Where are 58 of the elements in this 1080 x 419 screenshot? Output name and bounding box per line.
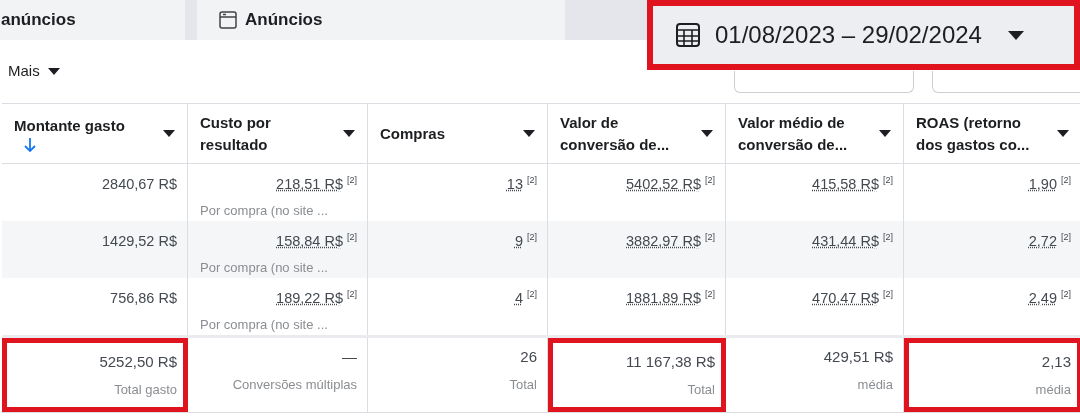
footnote-mark: [2] xyxy=(347,174,357,187)
total-label: Total xyxy=(687,380,715,399)
footnote-mark: [2] xyxy=(527,174,537,187)
footnote-mark: [2] xyxy=(1061,231,1071,244)
table-cell-text: 1,90 xyxy=(1028,175,1057,194)
footnote-mark: [2] xyxy=(347,231,357,244)
column-header[interactable]: Valor de conversão de... xyxy=(548,104,726,163)
total-value: 11 167,38 R$ xyxy=(626,352,715,372)
total-value: — xyxy=(342,347,357,367)
footnote-mark: [2] xyxy=(527,231,537,244)
footnote-mark: [2] xyxy=(883,231,893,244)
cell-caption: Por compra (no site ... xyxy=(199,258,328,277)
column-header[interactable]: Montante gasto xyxy=(2,104,188,163)
footnote-mark: [2] xyxy=(347,288,357,301)
table-cell-text: 2,49 xyxy=(1028,289,1057,308)
cell-caption: Por compra (no site ... xyxy=(199,201,328,220)
tab[interactable]: Anúncios xyxy=(197,0,565,40)
total-value: 2,13 xyxy=(1041,352,1071,372)
table-cell-text: 4 xyxy=(514,289,523,308)
table-cell-text: 431,44 R$ xyxy=(812,232,879,251)
table-cell-text: 189,22 R$ xyxy=(276,289,343,308)
total-label: Conversões múltiplas xyxy=(232,375,357,394)
column-header[interactable]: Valor médio de conversão de... xyxy=(726,104,904,163)
column-header[interactable]: ROAS (retorno dos gastos co... xyxy=(904,104,1080,163)
total-value: 429,51 R$ xyxy=(823,347,893,367)
table-cell-text: 1881,89 R$ xyxy=(626,289,701,308)
column-header[interactable]: Custo por resultado xyxy=(188,104,368,163)
footnote-mark: [2] xyxy=(1061,288,1071,301)
table-cell-text: 218,51 R$ xyxy=(276,175,343,194)
table-cell-text: 2840,67 R$ xyxy=(102,175,177,194)
table-cell-text: 9 xyxy=(514,232,523,251)
table-cell-text: 1429,52 R$ xyxy=(102,232,177,251)
tab[interactable]: anúncios xyxy=(0,0,185,40)
table-cell-text: 158,84 R$ xyxy=(276,232,343,251)
table-cell-text: 5402,52 R$ xyxy=(626,175,701,194)
table-cell-text: 13 xyxy=(506,175,523,194)
footnote-mark: [2] xyxy=(705,288,715,301)
total-value: 26 xyxy=(520,347,537,367)
footnote-mark: [2] xyxy=(705,231,715,244)
total-label: Total gasto xyxy=(114,380,177,399)
table-cell-text: 3882,97 R$ xyxy=(626,232,701,251)
footnote-mark: [2] xyxy=(883,174,893,187)
footnote-mark: [2] xyxy=(705,174,715,187)
total-label: média xyxy=(1035,380,1071,399)
total-value: 5252,50 R$ xyxy=(99,352,177,372)
footnote-mark: [2] xyxy=(883,288,893,301)
total-label: média xyxy=(857,375,893,394)
footnote-mark: [2] xyxy=(527,288,537,301)
table-cell-text: 756,86 R$ xyxy=(110,289,177,308)
table-cell-text: 2,72 xyxy=(1028,232,1057,251)
column-header[interactable]: Compras xyxy=(368,104,548,163)
more-button[interactable]: Mais xyxy=(8,60,60,83)
cell-caption: Por compra (no site ... xyxy=(199,315,328,334)
table-cell-text: 415,58 R$ xyxy=(812,175,879,194)
date-range-button[interactable]: 01/08/2023 – 29/02/2024 xyxy=(647,0,1080,70)
footnote-mark: [2] xyxy=(1061,174,1071,187)
table-cell-text: 470,47 R$ xyxy=(812,289,879,308)
total-label: Total xyxy=(509,375,537,394)
